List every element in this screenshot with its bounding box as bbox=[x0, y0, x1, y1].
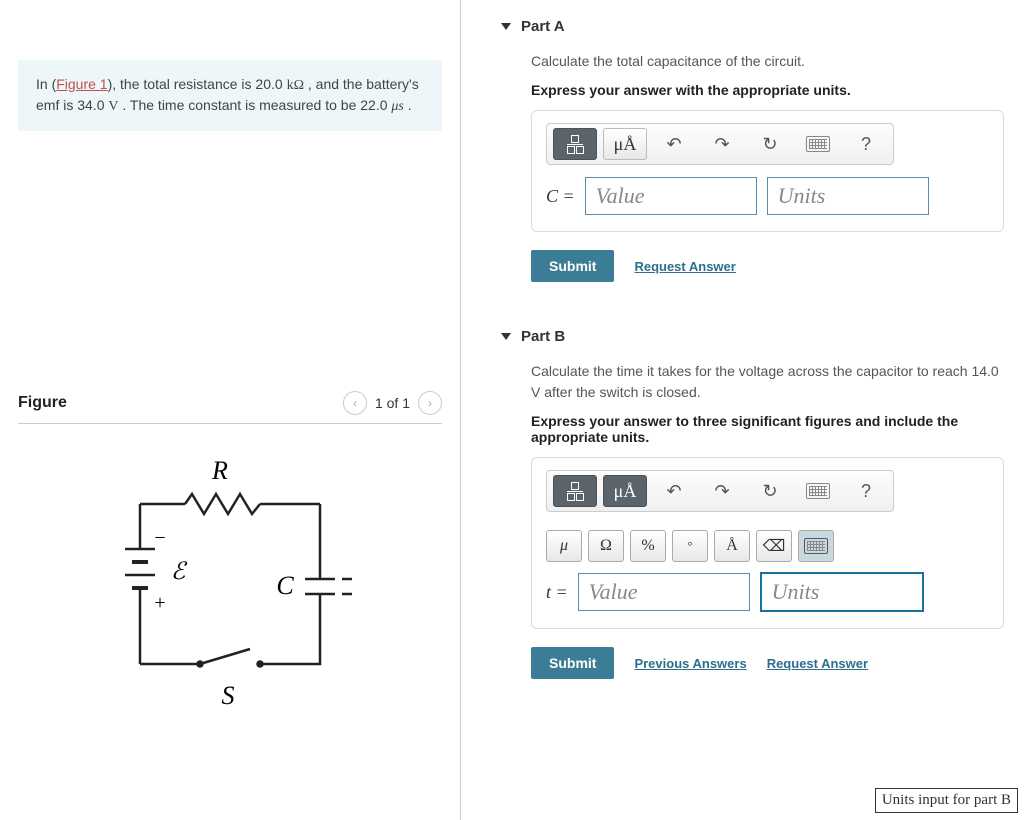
part-b: Part B Calculate the time it takes for t… bbox=[501, 320, 1004, 689]
units-tool-button[interactable]: μÅ bbox=[603, 475, 647, 507]
svg-text:−: − bbox=[154, 527, 165, 549]
part-a-prompt: Calculate the total capacitance of the c… bbox=[531, 51, 1004, 72]
part-b-title: Part B bbox=[521, 328, 565, 345]
fraction-tool-button[interactable] bbox=[553, 475, 597, 507]
figure-header: Figure ‹ 1 of 1 › bbox=[18, 391, 442, 415]
text: μs bbox=[391, 99, 403, 114]
svg-text:S: S bbox=[222, 681, 235, 710]
left-pane: In (Figure 1), the total resistance is 2… bbox=[0, 0, 461, 820]
right-pane: Part A Calculate the total capacitance o… bbox=[461, 0, 1024, 820]
units-tool-button[interactable]: μÅ bbox=[603, 128, 647, 160]
fraction-tool-button[interactable] bbox=[553, 128, 597, 160]
part-b-body: Calculate the time it takes for the volt… bbox=[501, 353, 1004, 689]
part-a-request-answer-link[interactable]: Request Answer bbox=[634, 259, 735, 274]
reset-icon[interactable]: ↻ bbox=[749, 129, 791, 159]
part-b-instruct: Express your answer to three significant… bbox=[531, 413, 1004, 445]
part-b-previous-answers-link[interactable]: Previous Answers bbox=[634, 656, 746, 671]
part-a-value-input[interactable]: Value bbox=[585, 177, 757, 215]
part-b-submit-row: Submit Previous Answers Request Answer bbox=[531, 647, 1004, 679]
divider bbox=[18, 423, 442, 424]
part-a-units-input[interactable]: Units bbox=[767, 177, 929, 215]
part-a-toolbar: μÅ ↶ ↷ ↻ ? bbox=[546, 123, 894, 165]
part-a-title: Part A bbox=[521, 18, 565, 35]
chevron-down-icon bbox=[501, 333, 511, 340]
reset-icon[interactable]: ↻ bbox=[749, 476, 791, 506]
help-icon[interactable]: ? bbox=[845, 129, 887, 159]
circuit-diagram: R C S ℰ − + bbox=[100, 444, 360, 724]
part-b-answer-frame: μÅ ↶ ↷ ↻ ? μ Ω % ° Å ⌫ bbox=[531, 457, 1004, 629]
part-b-symbol-row: μ Ω % ° Å ⌫ bbox=[546, 530, 989, 562]
symbol-omega-button[interactable]: Ω bbox=[588, 530, 624, 562]
part-b-header[interactable]: Part B bbox=[501, 320, 1004, 353]
part-a-submit-button[interactable]: Submit bbox=[531, 250, 614, 282]
text: V bbox=[108, 99, 118, 114]
units-tooltip: Units input for part B bbox=[875, 788, 1018, 813]
text: ), the total resistance is 20.0 bbox=[108, 76, 287, 92]
symbol-angstrom-button[interactable]: Å bbox=[714, 530, 750, 562]
text: kΩ bbox=[287, 78, 304, 93]
redo-icon[interactable]: ↷ bbox=[701, 476, 743, 506]
figure-counter: 1 of 1 bbox=[375, 395, 410, 411]
figure-link[interactable]: Figure 1 bbox=[56, 76, 107, 92]
part-b-submit-button[interactable]: Submit bbox=[531, 647, 614, 679]
part-a-header[interactable]: Part A bbox=[501, 10, 1004, 43]
part-b-units-input[interactable]: Units bbox=[760, 572, 924, 612]
figure-prev-button[interactable]: ‹ bbox=[343, 391, 367, 415]
part-b-value-input[interactable]: Value bbox=[578, 573, 750, 611]
text: In ( bbox=[36, 76, 56, 92]
symbol-backspace-button[interactable]: ⌫ bbox=[756, 530, 792, 562]
svg-text:C: C bbox=[276, 571, 294, 600]
text: . bbox=[404, 97, 412, 113]
figure-next-button[interactable]: › bbox=[418, 391, 442, 415]
part-a-instruct: Express your answer with the appropriate… bbox=[531, 82, 1004, 98]
part-b-toolbar: μÅ ↶ ↷ ↻ ? bbox=[546, 470, 894, 512]
var-label: t = bbox=[546, 582, 568, 603]
text: . The time constant is measured to be 22… bbox=[119, 97, 392, 113]
part-a-answer-frame: μÅ ↶ ↷ ↻ ? C = Value Units bbox=[531, 110, 1004, 232]
part-b-prompt: Calculate the time it takes for the volt… bbox=[531, 361, 1004, 403]
part-b-request-answer-link[interactable]: Request Answer bbox=[767, 656, 868, 671]
keyboard-icon[interactable] bbox=[797, 129, 839, 159]
symbol-percent-button[interactable]: % bbox=[630, 530, 666, 562]
keyboard-icon[interactable] bbox=[797, 476, 839, 506]
figure-nav: ‹ 1 of 1 › bbox=[343, 391, 442, 415]
svg-text:+: + bbox=[154, 592, 165, 614]
figure-title: Figure bbox=[18, 394, 67, 412]
problem-statement: In (Figure 1), the total resistance is 2… bbox=[18, 60, 442, 131]
symbol-mu-button[interactable]: μ bbox=[546, 530, 582, 562]
part-a-submit-row: Submit Request Answer bbox=[531, 250, 1004, 282]
symbol-degree-button[interactable]: ° bbox=[672, 530, 708, 562]
symbol-keyboard-button[interactable] bbox=[798, 530, 834, 562]
chevron-down-icon bbox=[501, 23, 511, 30]
svg-text:ℰ: ℰ bbox=[171, 559, 188, 585]
undo-icon[interactable]: ↶ bbox=[653, 476, 695, 506]
help-icon[interactable]: ? bbox=[845, 476, 887, 506]
part-a-body: Calculate the total capacitance of the c… bbox=[501, 43, 1004, 292]
part-a-answer-line: C = Value Units bbox=[546, 177, 989, 215]
var-label: C = bbox=[546, 186, 575, 207]
svg-text:R: R bbox=[211, 456, 228, 485]
undo-icon[interactable]: ↶ bbox=[653, 129, 695, 159]
redo-icon[interactable]: ↷ bbox=[701, 129, 743, 159]
part-a: Part A Calculate the total capacitance o… bbox=[501, 10, 1004, 292]
part-b-answer-line: t = Value Units bbox=[546, 572, 989, 612]
